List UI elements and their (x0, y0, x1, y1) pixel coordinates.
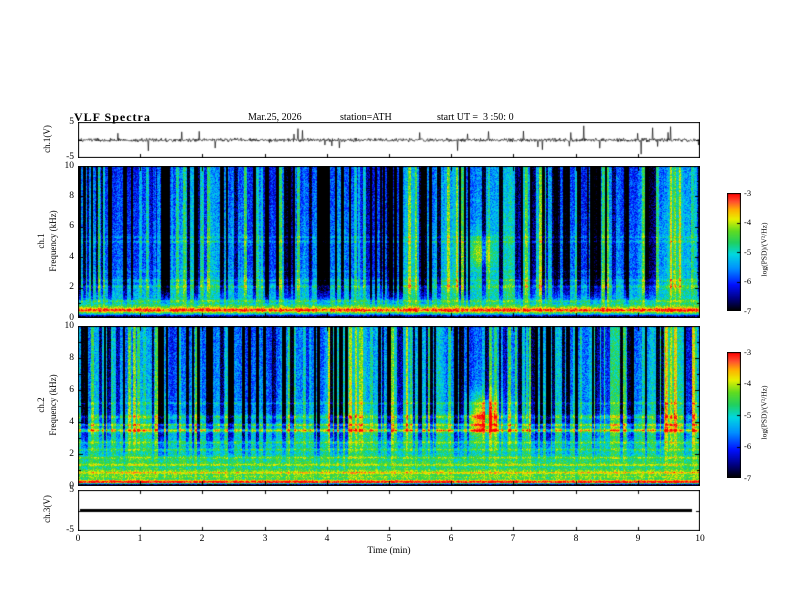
colorbar-tick-label: -3 (744, 347, 752, 357)
colorbar2-canvas (727, 352, 741, 478)
time-axis-label: Time (min) (367, 546, 411, 556)
colorbar2-axis-label: log(PSD)/(V²/Hz) (759, 385, 769, 440)
colorbar-tick-label: -7 (744, 306, 752, 316)
time-tick-label: 9 (635, 534, 641, 544)
spec2-frequency-axis-label: Frequency (kHz) (48, 374, 58, 436)
freq-tick-label: 10 (64, 321, 75, 331)
time-tick-label: 6 (448, 534, 454, 544)
freq-tick-label: 6 (69, 385, 74, 395)
spec1-frequency-axis-label: Frequency (kHz) (48, 210, 58, 272)
freq-tick-label: 6 (69, 221, 74, 231)
vlf-spectra-figure: VLF Spectra Mar.25, 2026 station=ATH sta… (0, 0, 792, 612)
time-tick-label: 2 (199, 534, 205, 544)
time-tick-label: 0 (75, 534, 81, 544)
time-tick-label: 1 (137, 534, 143, 544)
ch3-waveform-canvas (78, 490, 700, 531)
spec2-channel-label: ch.2 (36, 397, 46, 413)
colorbar1-canvas (727, 193, 741, 311)
freq-tick-label: 8 (69, 353, 74, 363)
colorbar-tick-label: -7 (744, 473, 752, 483)
y-tick-label: 5 (69, 117, 74, 127)
time-tick-label: 10 (695, 534, 705, 544)
ch1-voltage-axis-label: ch.1(V) (42, 125, 52, 153)
colorbar1-axis-label: log(PSD)/(V²/Hz) (759, 222, 769, 277)
freq-tick-label: 2 (69, 282, 74, 292)
ch1-waveform-canvas (78, 122, 700, 158)
freq-tick-label: 4 (69, 417, 74, 427)
time-tick-label: 8 (573, 534, 579, 544)
spec1-channel-label: ch.1 (36, 233, 46, 249)
time-tick-label: 5 (386, 534, 392, 544)
ch1-spectrogram-canvas (78, 166, 700, 318)
freq-tick-label: 2 (69, 449, 74, 459)
ch3-voltage-axis-label: ch.3(V) (42, 495, 52, 523)
y-tick-label: 5 (69, 485, 74, 495)
freq-tick-label: 10 (64, 161, 75, 171)
freq-tick-label: 4 (69, 252, 74, 262)
time-tick-label: 3 (262, 534, 268, 544)
ch2-spectrogram-canvas (78, 326, 700, 486)
time-tick-label: 4 (324, 534, 330, 544)
time-tick-label: 7 (510, 534, 516, 544)
freq-tick-label: 8 (69, 191, 74, 201)
